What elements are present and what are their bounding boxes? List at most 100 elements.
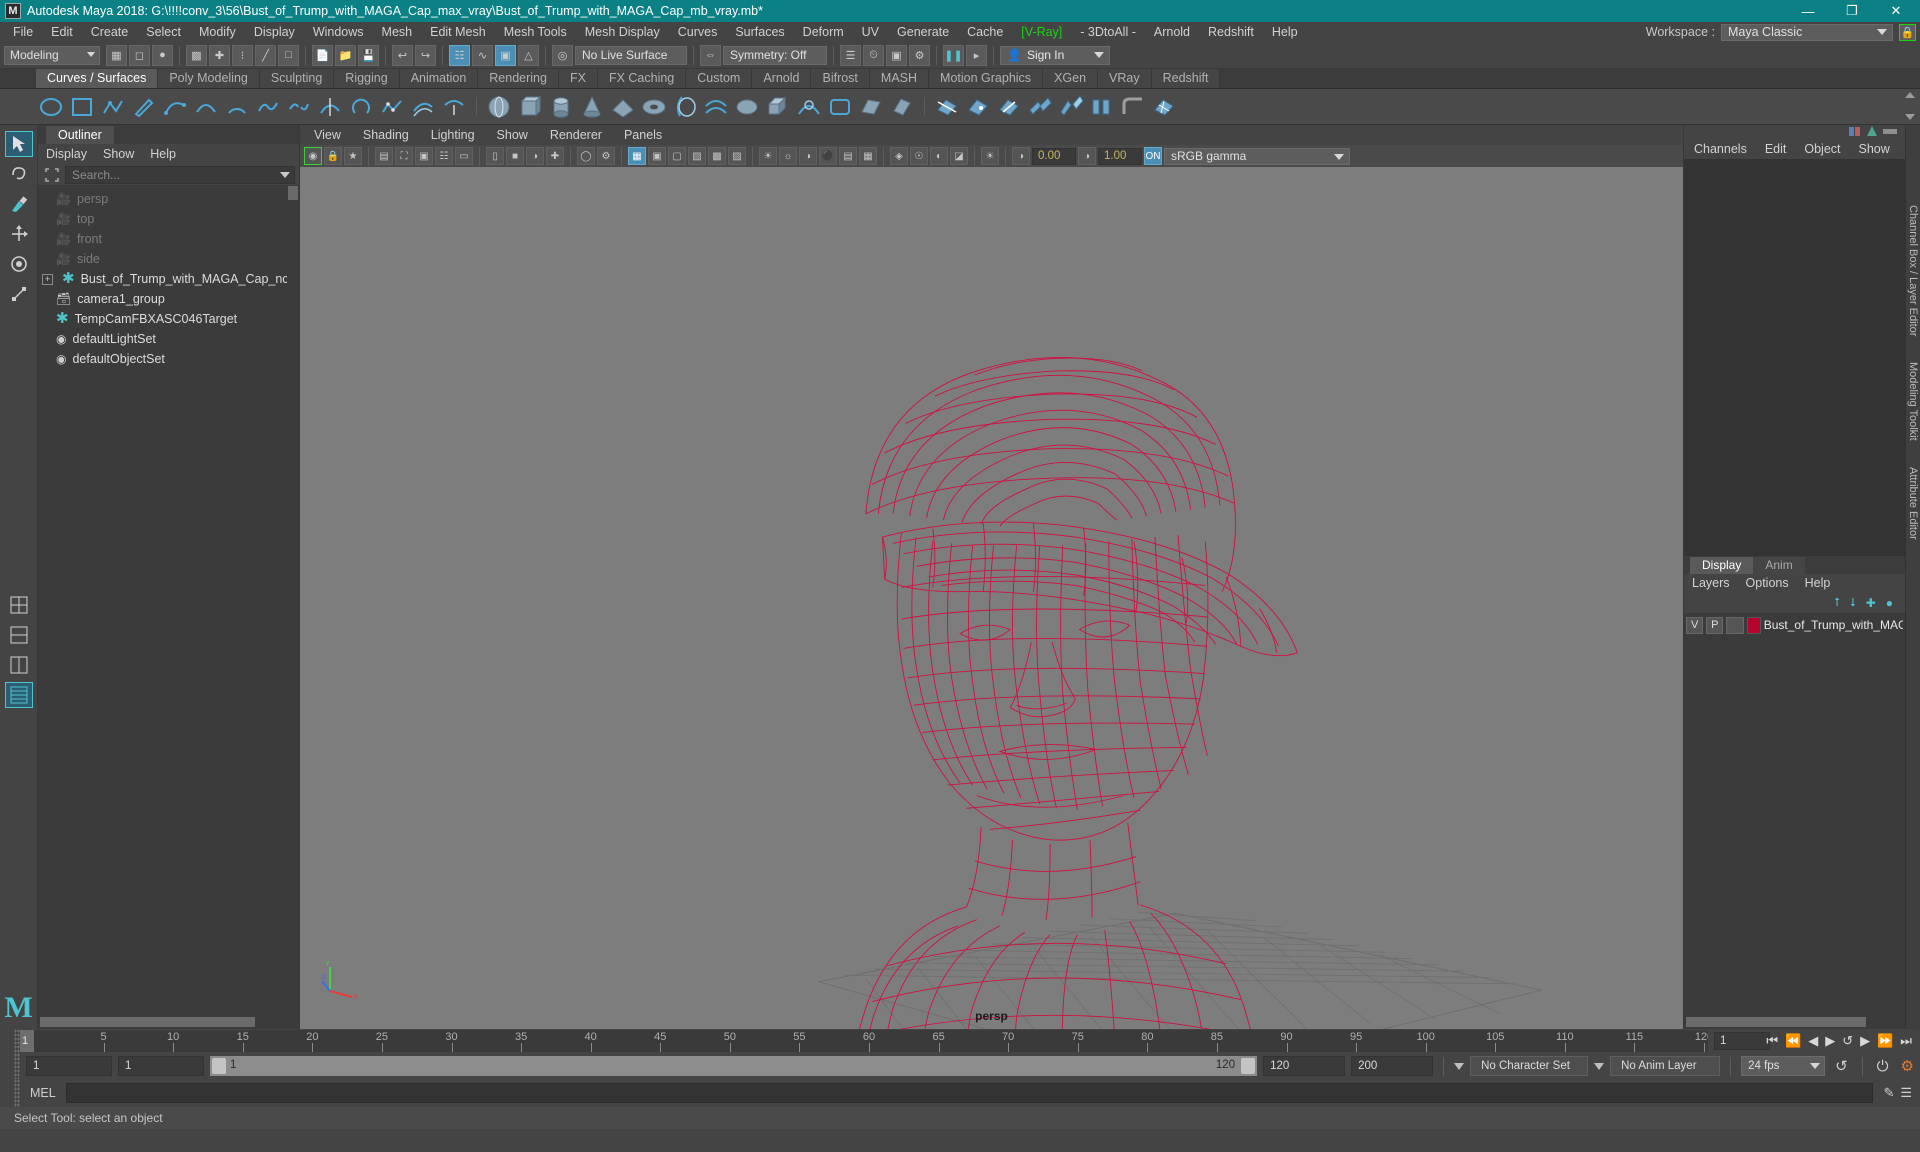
range-handle-right[interactable] xyxy=(1241,1058,1256,1074)
offset-curve-icon[interactable] xyxy=(410,94,436,120)
channel-box-toggle-icon[interactable] xyxy=(1849,125,1861,140)
live-surface-field[interactable]: No Live Surface xyxy=(575,45,687,65)
menu-cache[interactable]: Cache xyxy=(958,22,1012,42)
time-slider[interactable]: 1 5 10 15 20 25 30 35 40 45 50 55 60 65 70 75 80 85 90 95 1… xyxy=(20,1030,1708,1052)
menu-select[interactable]: Select xyxy=(137,22,190,42)
step-forward-frame-icon[interactable]: ⏩ xyxy=(1877,1033,1893,1049)
outliner-vertical-scrollbar[interactable] xyxy=(287,185,299,1015)
nurbs-square-icon[interactable] xyxy=(69,94,95,120)
command-language-label[interactable]: MEL xyxy=(30,1086,56,1100)
shelf-tab-arnold[interactable]: Arnold xyxy=(752,69,812,88)
loop-playback-icon[interactable]: ↺ xyxy=(1831,1057,1852,1075)
highlight-selection-button[interactable]: ▩ xyxy=(186,44,207,66)
play-forwards-icon[interactable]: ↺ xyxy=(1842,1033,1853,1049)
shelf-tab-vray[interactable]: VRay xyxy=(1098,69,1152,88)
outliner-item-default-light-set[interactable]: ◉ defaultLightSet xyxy=(38,329,299,349)
menu-edit-mesh[interactable]: Edit Mesh xyxy=(421,22,495,42)
character-set-dropdown-icon[interactable] xyxy=(1454,1062,1465,1070)
channel-box-content[interactable] xyxy=(1684,159,1905,556)
menu-redshift[interactable]: Redshift xyxy=(1199,22,1263,42)
bezier-curve-tool-icon[interactable] xyxy=(193,94,219,120)
panel-grip[interactable] xyxy=(14,1079,20,1107)
shelf-tab-curves-surfaces[interactable]: Curves / Surfaces xyxy=(36,69,159,88)
select-handles-button[interactable]: ✚ xyxy=(209,44,230,66)
current-time-field[interactable]: 1 xyxy=(1714,1032,1770,1050)
layer-visibility-toggle[interactable]: V xyxy=(1686,616,1704,634)
shelf-tab-mash[interactable]: MASH xyxy=(869,69,930,88)
snap-to-plane-button[interactable]: △ xyxy=(518,44,539,66)
exposure-control-icon[interactable]: ☀ xyxy=(981,147,999,165)
motion-blur-button[interactable]: ▤ xyxy=(839,147,857,165)
close-button[interactable]: ✕ xyxy=(1874,0,1918,22)
menu-vray[interactable]: [V-Ray] xyxy=(1017,22,1066,42)
layer-tab-anim[interactable]: Anim xyxy=(1753,556,1805,574)
outliner-item-side[interactable]: 🎥 side xyxy=(38,249,299,269)
channel-menu-channels[interactable]: Channels xyxy=(1694,142,1747,156)
pencil-curve-tool-icon[interactable] xyxy=(131,94,157,120)
menu-windows[interactable]: Windows xyxy=(304,22,373,42)
outliner-item-camera1-group[interactable]: 🗃 camera1_group xyxy=(38,289,299,309)
gamma-correction-button[interactable]: ◐ xyxy=(930,147,948,165)
vtab-channel-box-layer-editor[interactable]: Channel Box / Layer Editor xyxy=(1907,205,1919,336)
untrim-surfaces-icon[interactable] xyxy=(996,94,1022,120)
rebuild-surfaces-icon[interactable] xyxy=(1151,94,1177,120)
new-layer-from-selected-icon[interactable]: ● xyxy=(1886,596,1893,610)
exposure-button[interactable]: ◑ xyxy=(526,147,544,165)
align-surfaces-icon[interactable] xyxy=(1089,94,1115,120)
exposure-value-field[interactable]: 0.00 xyxy=(1032,147,1076,165)
nurbs-torus-icon[interactable] xyxy=(641,94,667,120)
menu-surfaces[interactable]: Surfaces xyxy=(726,22,793,42)
range-slider-bar[interactable]: 1 120 xyxy=(210,1056,1258,1076)
shelf-scroll-nub[interactable] xyxy=(1904,92,1916,120)
outliner-tab[interactable]: Outliner xyxy=(46,126,114,144)
nurbs-cylinder-icon[interactable] xyxy=(548,94,574,120)
smooth-shade-all-button[interactable]: ▣ xyxy=(648,147,666,165)
symmetry-toggle-button[interactable]: ⇔ xyxy=(700,44,721,66)
resolution-gate-button[interactable]: ▯ xyxy=(486,147,504,165)
attribute-editor-toggle-icon[interactable] xyxy=(1866,125,1878,140)
shelf-tab-animation[interactable]: Animation xyxy=(399,69,479,88)
scrollbar-thumb[interactable] xyxy=(1686,1017,1866,1027)
isolate-select-button[interactable]: ✚ xyxy=(546,147,564,165)
layer-display-type-toggle[interactable] xyxy=(1726,616,1744,634)
range-start-field[interactable]: 1 xyxy=(26,1056,112,1076)
outliner-item-bust-of-trump[interactable]: + ✱ Bust_of_Trump_with_MAGA_Cap_ncl1 xyxy=(38,269,299,289)
cut-curve-icon[interactable] xyxy=(317,94,343,120)
animation-preferences-icon[interactable]: ⚙ xyxy=(1899,1057,1920,1075)
move-tool-button[interactable] xyxy=(5,221,33,247)
use-default-lighting-button[interactable]: ☀ xyxy=(759,147,777,165)
play-backwards-icon[interactable]: ▶ xyxy=(1825,1033,1835,1049)
extrude-icon[interactable] xyxy=(765,94,791,120)
shadows-button[interactable]: ◑ xyxy=(799,147,817,165)
select-faces-button[interactable]: □ xyxy=(278,44,299,66)
viewport-menu-view[interactable]: View xyxy=(314,128,341,142)
save-scene-button[interactable]: 💾 xyxy=(358,44,379,66)
shelf-tab-bifrost[interactable]: Bifrost xyxy=(811,69,870,88)
color-management-toggle-button[interactable]: ON xyxy=(1144,147,1162,165)
snap-to-grid-button[interactable]: ☷ xyxy=(449,44,470,66)
undo-button[interactable]: ↩ xyxy=(392,44,413,66)
menu-edit[interactable]: Edit xyxy=(42,22,82,42)
planar-surface-icon[interactable] xyxy=(734,94,760,120)
layer-list[interactable]: V P Bust_of_Trump_with_MAGA_Ca xyxy=(1684,612,1905,1015)
detach-curves-icon[interactable] xyxy=(286,94,312,120)
lock-camera-button[interactable]: 🔒 xyxy=(324,147,342,165)
gamma-value-field[interactable]: 1.00 xyxy=(1098,147,1142,165)
snap-to-curve-button[interactable]: ∿ xyxy=(472,44,493,66)
shelf-tab-sculpting[interactable]: Sculpting xyxy=(259,69,335,88)
channel-menu-show[interactable]: Show xyxy=(1859,142,1890,156)
channel-menu-edit[interactable]: Edit xyxy=(1765,142,1787,156)
menu-modify[interactable]: Modify xyxy=(190,22,245,42)
step-back-key-icon[interactable]: ◀ xyxy=(1808,1033,1818,1049)
menu-curves[interactable]: Curves xyxy=(669,22,727,42)
auto-keyframe-toggle-icon[interactable]: ⏻ xyxy=(1873,1058,1893,1075)
select-by-hierarchy-button[interactable]: ▦ xyxy=(106,44,127,66)
vtab-attribute-editor[interactable]: Attribute Editor xyxy=(1907,467,1919,540)
bevel-plus-icon[interactable] xyxy=(889,94,915,120)
current-time-indicator[interactable]: 1 xyxy=(20,1030,34,1052)
go-to-end-icon[interactable]: ⏭ xyxy=(1900,1033,1912,1049)
two-d-pan-zoom-button[interactable]: ⛶ xyxy=(395,147,413,165)
outliner-menu-help[interactable]: Help xyxy=(150,147,176,161)
ipr-render-button[interactable]: ▣ xyxy=(886,44,907,66)
3d-viewport[interactable]: Y X Z persp xyxy=(300,167,1683,1029)
